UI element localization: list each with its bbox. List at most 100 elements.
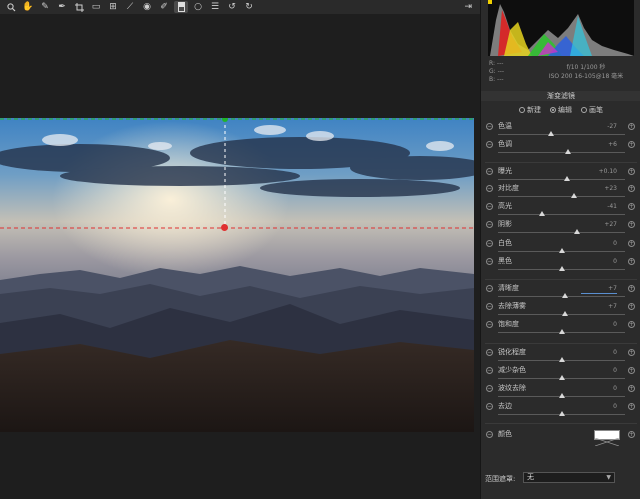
plus-icon[interactable]: + bbox=[628, 258, 635, 265]
minus-icon[interactable]: − bbox=[486, 303, 493, 310]
crop-icon[interactable] bbox=[72, 1, 86, 13]
plus-icon[interactable]: + bbox=[628, 221, 635, 228]
zoom-icon[interactable] bbox=[4, 1, 18, 13]
slider-thumb[interactable] bbox=[562, 293, 569, 298]
minus-icon[interactable]: − bbox=[486, 349, 493, 356]
minus-icon[interactable]: − bbox=[486, 123, 493, 130]
mode-brush[interactable]: 画笔 bbox=[581, 105, 603, 115]
slider-value[interactable]: +0.10 bbox=[581, 167, 617, 176]
plus-icon[interactable]: + bbox=[628, 303, 635, 310]
slider-value[interactable]: +6 bbox=[581, 140, 617, 149]
minus-icon[interactable]: − bbox=[486, 240, 493, 247]
slider-thumb[interactable] bbox=[558, 248, 565, 253]
photo-preview[interactable] bbox=[0, 118, 474, 432]
plus-icon[interactable]: + bbox=[628, 185, 635, 192]
plus-icon[interactable]: + bbox=[628, 349, 635, 356]
minus-icon[interactable]: − bbox=[486, 168, 493, 175]
slider-thumb[interactable] bbox=[558, 411, 565, 416]
slider-value[interactable]: +7 bbox=[581, 284, 617, 294]
slider-track[interactable] bbox=[498, 411, 625, 416]
minus-icon[interactable]: − bbox=[486, 385, 493, 392]
slider-track[interactable] bbox=[498, 357, 625, 362]
plus-icon[interactable]: + bbox=[628, 240, 635, 247]
minus-icon[interactable]: − bbox=[486, 321, 493, 328]
minus-icon[interactable]: − bbox=[486, 367, 493, 374]
plus-icon[interactable]: + bbox=[628, 123, 635, 130]
plus-icon[interactable]: + bbox=[628, 285, 635, 292]
slider-value[interactable]: 0 bbox=[581, 320, 617, 329]
straighten-icon[interactable]: ▭ bbox=[89, 1, 103, 13]
plus-icon[interactable]: + bbox=[628, 168, 635, 175]
minus-icon[interactable]: − bbox=[486, 431, 493, 438]
plus-icon[interactable]: + bbox=[628, 385, 635, 392]
plus-icon[interactable]: + bbox=[628, 321, 635, 328]
slider-thumb[interactable] bbox=[558, 393, 565, 398]
slider-track[interactable] bbox=[498, 211, 625, 216]
hand-icon[interactable]: ✋ bbox=[21, 1, 35, 13]
slider-value[interactable]: 0 bbox=[581, 366, 617, 375]
slider-value[interactable]: -41 bbox=[581, 202, 617, 211]
graduated-filter-icon[interactable] bbox=[174, 1, 188, 13]
minus-icon[interactable]: − bbox=[486, 285, 493, 292]
slider-thumb[interactable] bbox=[558, 375, 565, 380]
slider-thumb[interactable] bbox=[558, 357, 565, 362]
slider-thumb[interactable] bbox=[558, 329, 565, 334]
plus-icon[interactable]: + bbox=[628, 203, 635, 210]
plus-icon[interactable]: + bbox=[628, 367, 635, 374]
gradient-end-handle[interactable] bbox=[221, 224, 228, 231]
slider-value[interactable]: 0 bbox=[581, 402, 617, 411]
minus-icon[interactable]: − bbox=[486, 141, 493, 148]
slider-value[interactable]: +7 bbox=[581, 302, 617, 311]
mode-edit[interactable]: 编辑 bbox=[550, 105, 572, 115]
slider-value[interactable]: -27 bbox=[581, 122, 617, 131]
plus-icon[interactable]: + bbox=[628, 141, 635, 148]
slider-thumb[interactable] bbox=[573, 229, 580, 234]
plus-icon[interactable]: + bbox=[628, 431, 635, 438]
range-mask-select[interactable]: 无 ▼ bbox=[523, 472, 615, 483]
slider-value[interactable]: 0 bbox=[581, 239, 617, 248]
minus-icon[interactable]: − bbox=[486, 185, 493, 192]
list-icon[interactable]: ☰ bbox=[208, 1, 222, 13]
slider-track[interactable] bbox=[498, 266, 625, 271]
minus-icon[interactable]: − bbox=[486, 203, 493, 210]
slider-track[interactable] bbox=[498, 311, 625, 316]
rotate-cw-icon[interactable]: ↻ bbox=[242, 1, 256, 13]
mode-new[interactable]: 新建 bbox=[519, 105, 541, 115]
slider-value[interactable]: +27 bbox=[581, 220, 617, 229]
slider-thumb[interactable] bbox=[571, 193, 578, 198]
spot-removal-icon[interactable]: ⟋ bbox=[123, 1, 137, 13]
slider-track[interactable] bbox=[498, 293, 625, 298]
slider-thumb[interactable] bbox=[548, 131, 555, 136]
slider-thumb[interactable] bbox=[558, 266, 565, 271]
minus-icon[interactable]: − bbox=[486, 403, 493, 410]
red-eye-icon[interactable]: ◉ bbox=[140, 1, 154, 13]
color-sampler-icon[interactable]: ✒ bbox=[55, 1, 69, 13]
plus-icon[interactable]: + bbox=[628, 403, 635, 410]
minus-icon[interactable]: − bbox=[486, 221, 493, 228]
slider-track[interactable] bbox=[498, 248, 625, 253]
slider-value[interactable]: 0 bbox=[581, 384, 617, 393]
white-balance-icon[interactable]: ✎ bbox=[38, 1, 52, 13]
color-swatch[interactable] bbox=[594, 430, 620, 447]
slider-thumb[interactable] bbox=[539, 211, 546, 216]
adjustment-brush-icon[interactable]: ✐ bbox=[157, 1, 171, 13]
rotate-ccw-icon[interactable]: ↺ bbox=[225, 1, 239, 13]
transform-icon[interactable]: ⊞ bbox=[106, 1, 120, 13]
slider-thumb[interactable] bbox=[563, 176, 570, 181]
slider-thumb[interactable] bbox=[562, 311, 569, 316]
slider-track[interactable] bbox=[498, 176, 625, 181]
radial-filter-icon[interactable]: ○ bbox=[191, 1, 205, 13]
slider-track[interactable] bbox=[498, 229, 625, 234]
export-icon[interactable]: ⇥ bbox=[464, 0, 472, 14]
slider-value[interactable]: 0 bbox=[581, 257, 617, 266]
slider-track[interactable] bbox=[498, 149, 625, 154]
slider-value[interactable]: +23 bbox=[581, 184, 617, 193]
slider-track[interactable] bbox=[498, 193, 625, 198]
slider-track[interactable] bbox=[498, 131, 625, 136]
slider-track[interactable] bbox=[498, 375, 625, 380]
slider-value[interactable]: 0 bbox=[581, 348, 617, 357]
slider-track[interactable] bbox=[498, 393, 625, 398]
slider-track[interactable] bbox=[498, 329, 625, 334]
minus-icon[interactable]: − bbox=[486, 258, 493, 265]
slider-thumb[interactable] bbox=[564, 149, 571, 154]
